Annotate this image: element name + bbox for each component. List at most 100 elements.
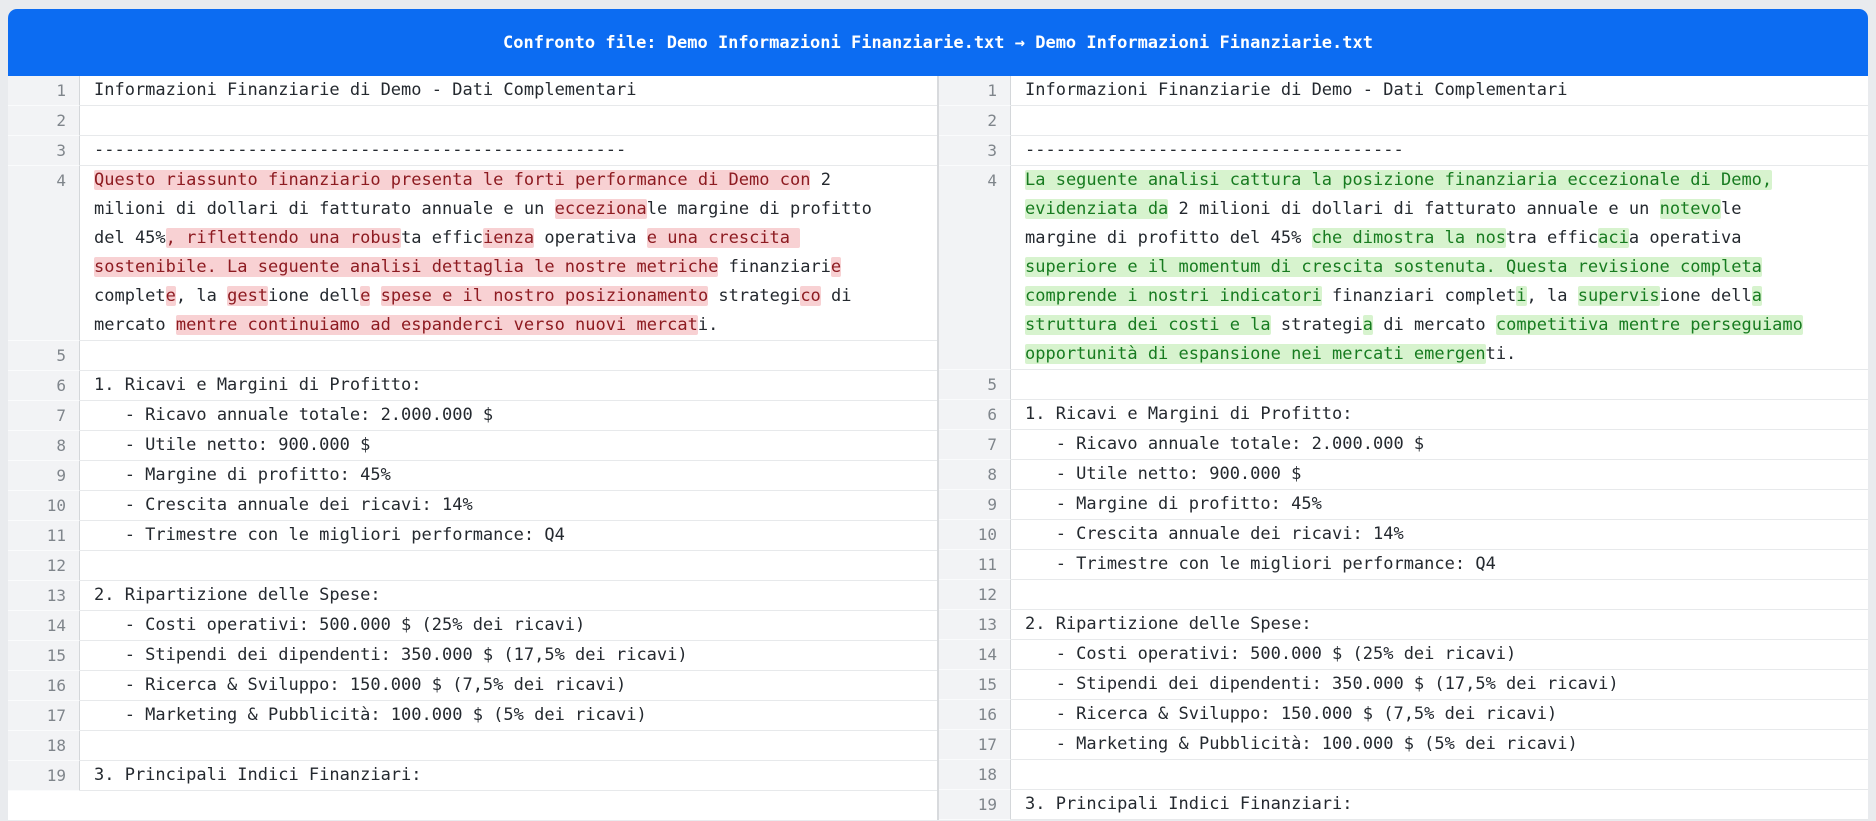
deleted-text: ecceziona	[554, 199, 647, 219]
line-content	[80, 106, 937, 136]
line-content: - Costi operativi: 500.000 $ (25% dei ri…	[80, 611, 937, 641]
line-content: - Margine di profitto: 45%	[80, 461, 937, 491]
wrapped-text-row: comprende i nostri indicatori finanziari…	[1025, 282, 1860, 311]
line-number: 11	[8, 521, 80, 551]
line-number: 10	[8, 491, 80, 521]
line-content: - Utile netto: 900.000 $	[1011, 460, 1868, 490]
line-number: 19	[8, 761, 80, 791]
diff-line: 15 - Stipendi dei dipendenti: 350.000 $ …	[8, 641, 937, 671]
diff-line: 6 1. Ricavi e Margini di Profitto:	[939, 400, 1868, 430]
unchanged-text: ione dell	[1659, 286, 1752, 306]
wrapped-text-row: - Ricavo annuale totale: 2.000.000 $	[94, 401, 929, 430]
wrapped-text-row	[94, 106, 929, 135]
inserted-text: comprende i nostri indicatori	[1025, 286, 1322, 306]
line-number: 12	[8, 551, 80, 581]
deleted-text: e una crescita	[646, 228, 801, 248]
diff-line: 16 - Ricerca & Sviluppo: 150.000 $ (7,5%…	[939, 700, 1868, 730]
diff-line: 1 Informazioni Finanziarie di Demo - Dati…	[8, 76, 937, 106]
diff-line: 3 -------------------------------------	[939, 136, 1868, 166]
wrapped-text-row: - Marketing & Pubblicità: 100.000 $ (5% …	[94, 701, 929, 730]
line-content	[1011, 760, 1868, 790]
unchanged-text: - Ricavo annuale totale: 2.000.000 $	[1025, 434, 1425, 454]
deleted-text: spese e il nostro posizionamento	[380, 286, 709, 306]
diff-line: 7 - Ricavo annuale totale: 2.000.000 $	[8, 401, 937, 431]
diff-line: 17 - Marketing & Pubblicità: 100.000 $ (…	[8, 701, 937, 731]
unchanged-text: - Costi operativi: 500.000 $ (25% dei ri…	[1025, 644, 1517, 664]
wrapped-text-row: - Crescita annuale dei ricavi: 14%	[1025, 520, 1860, 549]
diff-line: 11 - Trimestre con le migliori performan…	[939, 550, 1868, 580]
line-number: 4	[939, 166, 1011, 370]
unchanged-text: di	[820, 286, 852, 306]
unchanged-text: - Margine di profitto: 45%	[1025, 494, 1322, 514]
deleted-text: , riflettendo una robus	[165, 228, 402, 248]
line-content: - Utile netto: 900.000 $	[80, 431, 937, 461]
line-number: 8	[939, 460, 1011, 490]
line-content: - Marketing & Pubblicità: 100.000 $ (5% …	[1011, 730, 1868, 760]
line-content: ----------------------------------------…	[80, 136, 937, 166]
wrapped-text-row: - Ricerca & Sviluppo: 150.000 $ (7,5% de…	[1025, 700, 1860, 729]
line-content: Informazioni Finanziarie di Demo - Dati …	[80, 76, 937, 106]
line-content: - Crescita annuale dei ricavi: 14%	[1011, 520, 1868, 550]
unchanged-text: strategi	[708, 286, 801, 306]
wrapped-text-row: 1. Ricavi e Margini di Profitto:	[1025, 400, 1860, 429]
diff-line: 11 - Trimestre con le migliori performan…	[8, 521, 937, 551]
inserted-text: i	[1516, 286, 1527, 306]
diff-line: 10 - Crescita annuale dei ricavi: 14%	[939, 520, 1868, 550]
wrapped-text-row: superiore e il momentum di crescita sost…	[1025, 253, 1860, 282]
line-number: 6	[939, 400, 1011, 430]
line-number: 17	[8, 701, 80, 731]
inserted-text: superiore e il momentum di crescita sost…	[1025, 257, 1762, 277]
right-pane: 1 Informazioni Finanziarie di Demo - Dati…	[939, 76, 1868, 820]
line-number: 9	[939, 490, 1011, 520]
unchanged-text	[370, 286, 380, 306]
wrapped-text-row: struttura dei costi e la strategia di me…	[1025, 311, 1860, 340]
unchanged-text: tra effic	[1506, 228, 1599, 248]
line-number: 3	[939, 136, 1011, 166]
line-number: 14	[939, 640, 1011, 670]
diff-line: 5	[939, 370, 1868, 400]
unchanged-text: - Crescita annuale dei ricavi: 14%	[94, 495, 473, 515]
line-content: Informazioni Finanziarie di Demo - Dati …	[1011, 76, 1868, 106]
line-number: 16	[939, 700, 1011, 730]
wrapped-text-row: - Costi operativi: 500.000 $ (25% dei ri…	[94, 611, 929, 640]
unchanged-text: 2. Ripartizione delle Spese:	[94, 585, 381, 605]
inserted-text: a	[1362, 315, 1374, 335]
unchanged-text: - Ricerca & Sviluppo: 150.000 $ (7,5% de…	[94, 675, 627, 695]
inserted-text: struttura dei costi e la	[1025, 315, 1271, 335]
unchanged-text: - Stipendi dei dipendenti: 350.000 $ (17…	[1025, 674, 1619, 694]
wrapped-text-row	[94, 341, 929, 370]
line-content: 3. Principali Indici Finanziari:	[80, 761, 937, 791]
line-content	[1011, 580, 1868, 610]
unchanged-text: -------------------------------------	[1025, 140, 1404, 160]
unchanged-text: - Trimestre con le migliori performance:…	[94, 525, 565, 545]
unchanged-text: - Costi operativi: 500.000 $ (25% dei ri…	[94, 615, 586, 635]
unchanged-text: a operativa	[1628, 228, 1742, 248]
line-content: - Margine di profitto: 45%	[1011, 490, 1868, 520]
unchanged-text: complet	[94, 286, 166, 306]
line-number: 5	[8, 341, 80, 371]
line-number: 18	[939, 760, 1011, 790]
line-content: - Stipendi dei dipendenti: 350.000 $ (17…	[1011, 670, 1868, 700]
diff-line: 2	[8, 106, 937, 136]
wrapped-text-row: sostenibile. La seguente analisi dettagl…	[94, 253, 929, 282]
wrapped-text-row: - Margine di profitto: 45%	[94, 461, 929, 490]
diff-line: 4 La seguente analisi cattura la posizion…	[939, 166, 1868, 370]
deleted-text: gest	[227, 286, 269, 306]
unchanged-text: finanziari complet	[1321, 286, 1517, 306]
unchanged-text: , la	[1526, 286, 1578, 306]
unchanged-text: - Crescita annuale dei ricavi: 14%	[1025, 524, 1404, 544]
unchanged-text: le	[1721, 199, 1742, 219]
line-number: 1	[8, 76, 80, 106]
wrapped-text-row: - Marketing & Pubblicità: 100.000 $ (5% …	[1025, 730, 1860, 759]
deleted-text: e	[830, 257, 842, 277]
diff-line: 14 - Costi operativi: 500.000 $ (25% dei…	[939, 640, 1868, 670]
wrapped-text-row: margine di profitto del 45% che dimostra…	[1025, 224, 1860, 253]
inserted-text: La seguente analisi cattura la posizione…	[1025, 170, 1773, 190]
unchanged-text: Informazioni Finanziarie di Demo - Dati …	[1025, 80, 1568, 100]
line-content: 1. Ricavi e Margini di Profitto:	[80, 371, 937, 401]
inserted-text: che dimostra la nos	[1311, 228, 1507, 248]
line-number: 2	[939, 106, 1011, 136]
inserted-text: competitiva mentre perseguiamo	[1495, 315, 1803, 335]
wrapped-text-row	[1025, 580, 1860, 609]
unchanged-text: - Marketing & Pubblicità: 100.000 $ (5% …	[94, 705, 647, 725]
